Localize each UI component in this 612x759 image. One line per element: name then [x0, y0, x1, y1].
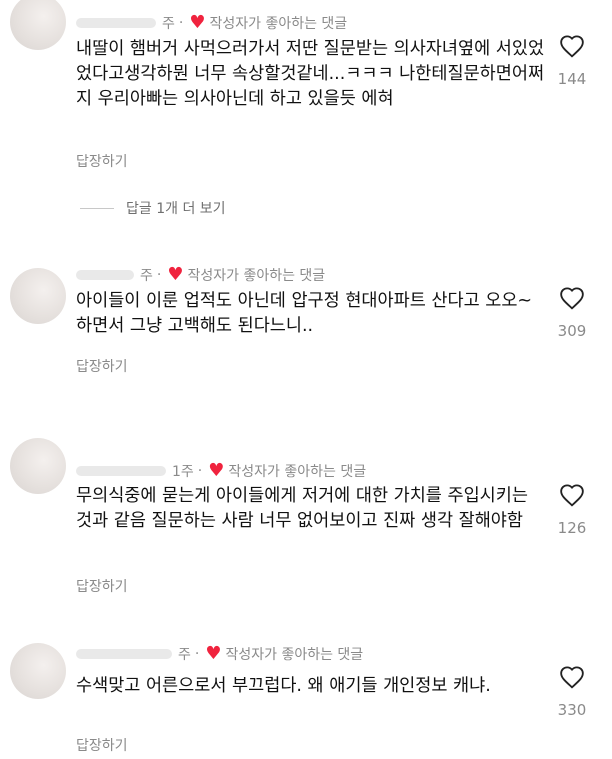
- avatar[interactable]: [10, 0, 66, 50]
- view-more-replies-label: 답글 1개 더 보기: [126, 201, 226, 217]
- timestamp: 주: [140, 268, 153, 284]
- heart-outline-icon: [560, 484, 584, 507]
- reply-button[interactable]: 답장하기: [76, 151, 128, 171]
- liked-by-author-label: 작성자가 좋아하는 댓글: [225, 647, 364, 663]
- avatar[interactable]: [10, 643, 66, 699]
- section-separator: [0, 452, 612, 454]
- liked-by-author-label: 작성자가 좋아하는 댓글: [187, 268, 326, 284]
- heart-outline-icon: [560, 287, 584, 310]
- comment-text: 아이들이 이룬 업적도 아닌데 압구정 현대아파트 산다고 오오~ 하면서 그냥…: [76, 291, 533, 336]
- liked-by-author-label: 작성자가 좋아하는 댓글: [209, 16, 348, 32]
- comment-text: 내딸이 햄버거 사먹으러가서 저딴 질문받는 의사자녀옆에 서있었었다고생각하뭔…: [76, 39, 545, 109]
- timestamp: 주: [162, 16, 175, 32]
- avatar[interactable]: [10, 268, 66, 324]
- comment-meta: 주 · ♥ 작성자가 좋아하는 댓글: [76, 264, 325, 286]
- avatar[interactable]: [10, 438, 66, 494]
- username-redacted: [76, 270, 134, 280]
- heart-filled-icon: ♥: [189, 12, 206, 33]
- heart-filled-icon: ♥: [167, 264, 184, 285]
- heart-outline-icon: [560, 35, 584, 58]
- comment-meta: 주 · ♥ 작성자가 좋아하는 댓글: [76, 643, 363, 665]
- comment-meta: 주 · ♥ 작성자가 좋아하는 댓글: [76, 12, 347, 34]
- like-count: 309: [557, 322, 587, 340]
- comment-text: 수색맞고 어른으로서 부끄럽다. 왜 애기들 개인정보 캐냐.: [76, 676, 491, 696]
- heart-filled-icon: ♥: [208, 460, 225, 481]
- comment-text: 무의식중에 묻는게 아이들에게 저거에 대한 가치를 주입시키는 것과 같음 질…: [76, 486, 528, 531]
- timestamp: 1주: [172, 464, 194, 480]
- like-count: 126: [557, 519, 587, 537]
- like-count: 330: [557, 701, 587, 719]
- username-redacted: [76, 466, 166, 476]
- username-redacted: [76, 649, 172, 659]
- reply-button[interactable]: 답장하기: [76, 356, 128, 376]
- heart-filled-icon: ♥: [205, 643, 222, 664]
- username-redacted: [76, 18, 156, 28]
- reply-button[interactable]: 답장하기: [76, 576, 128, 596]
- comment-meta: 1주 · ♥ 작성자가 좋아하는 댓글: [76, 460, 366, 482]
- like-count: 144: [557, 70, 587, 88]
- like-button[interactable]: 309: [550, 286, 594, 340]
- view-more-replies[interactable]: 답글 1개 더 보기: [80, 198, 226, 218]
- reply-button[interactable]: 답장하기: [76, 735, 128, 755]
- like-button[interactable]: 144: [550, 34, 594, 88]
- like-button[interactable]: 126: [550, 483, 594, 537]
- like-button[interactable]: 330: [550, 665, 594, 719]
- divider-line: [80, 207, 114, 209]
- heart-outline-icon: [560, 666, 584, 689]
- liked-by-author-label: 작성자가 좋아하는 댓글: [228, 464, 367, 480]
- timestamp: 주: [178, 647, 191, 663]
